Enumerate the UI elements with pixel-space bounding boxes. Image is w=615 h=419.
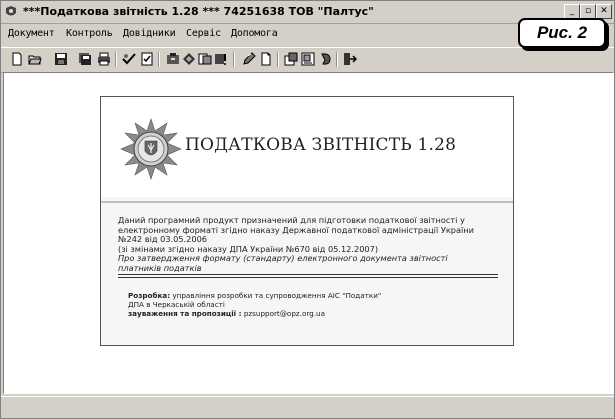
credit-label: Розробка: (128, 291, 171, 300)
credit-text: управління розробки та супроводження АІС… (172, 291, 382, 300)
credit-line: ДПА в Черкаській області (128, 300, 225, 309)
toolbar-separator (233, 52, 235, 67)
credit-line: Розробка: управління розробки та супрово… (128, 291, 488, 300)
verify-icon[interactable] (122, 52, 136, 66)
splash-header: ПОДАТКОВА ЗВІТНІСТЬ 1.28 (101, 97, 513, 197)
open-folder-icon[interactable] (28, 52, 42, 66)
archive-icon[interactable] (166, 52, 180, 66)
header-divider (101, 201, 513, 203)
catalog-icon[interactable] (301, 52, 315, 66)
description-divider (118, 277, 498, 278)
developer-credits: Розробка: управління розробки та супрово… (128, 291, 488, 318)
splash-screen: ПОДАТКОВА ЗВІТНІСТЬ 1.28 Даний програмни… (100, 96, 514, 346)
save-all-icon[interactable] (78, 52, 92, 66)
print-icon[interactable] (97, 52, 111, 66)
check-icon[interactable] (140, 52, 154, 66)
app-icon (6, 6, 16, 16)
feedback-label: зауваження та пропозиції : (128, 309, 242, 318)
description-italic-line: платників податків (118, 262, 202, 273)
minimize-icon: _ (569, 6, 575, 16)
tax-emblem-icon (120, 118, 182, 180)
application-window: ***Податкова звітність 1.28 *** 74251638… (0, 0, 615, 419)
workspace-area: ПОДАТКОВА ЗВІТНІСТЬ 1.28 Даний програмни… (3, 72, 614, 394)
product-title: ПОДАТКОВА ЗВІТНІСТЬ 1.28 (185, 135, 457, 155)
close-icon: ✕ (600, 6, 608, 16)
description-divider (118, 274, 498, 275)
toolbar (1, 47, 614, 73)
toolbar-separator (277, 52, 279, 67)
window-title: ***Податкова звітність 1.28 *** 74251638… (23, 5, 374, 18)
import-icon[interactable] (198, 52, 212, 66)
exit-icon[interactable] (343, 52, 357, 66)
send-icon[interactable] (214, 52, 228, 66)
menu-service[interactable]: Сервіс (186, 28, 221, 39)
figure-label: Рис. 2 (518, 18, 606, 48)
product-description: Даний програмний продукт призначений для… (118, 215, 488, 274)
edit-icon[interactable] (242, 52, 256, 66)
toolbar-separator (115, 52, 117, 67)
settings-icon[interactable] (284, 52, 298, 66)
menu-directories[interactable]: Довідники (123, 28, 176, 39)
status-bar (1, 396, 614, 419)
restore-icon: ▫ (584, 6, 592, 16)
feedback-email: pzsupport@opz.org.ua (243, 309, 325, 318)
menu-document[interactable]: Документ (8, 28, 55, 39)
menu-control[interactable]: Контроль (66, 28, 113, 39)
toolbar-separator (336, 52, 338, 67)
close-button[interactable]: ✕ (596, 4, 612, 19)
maximize-button[interactable]: ▫ (580, 4, 596, 19)
save-icon[interactable] (54, 52, 68, 66)
menu-help[interactable]: Допомога (231, 28, 278, 39)
feedback-line: зауваження та пропозиції : pzsupport@opz… (128, 309, 488, 318)
toolbar-separator (158, 52, 160, 67)
minimize-button[interactable]: _ (564, 4, 580, 19)
help-icon[interactable] (318, 52, 332, 66)
document-icon[interactable] (259, 52, 273, 66)
export-icon[interactable] (182, 52, 196, 66)
new-document-icon[interactable] (10, 52, 24, 66)
